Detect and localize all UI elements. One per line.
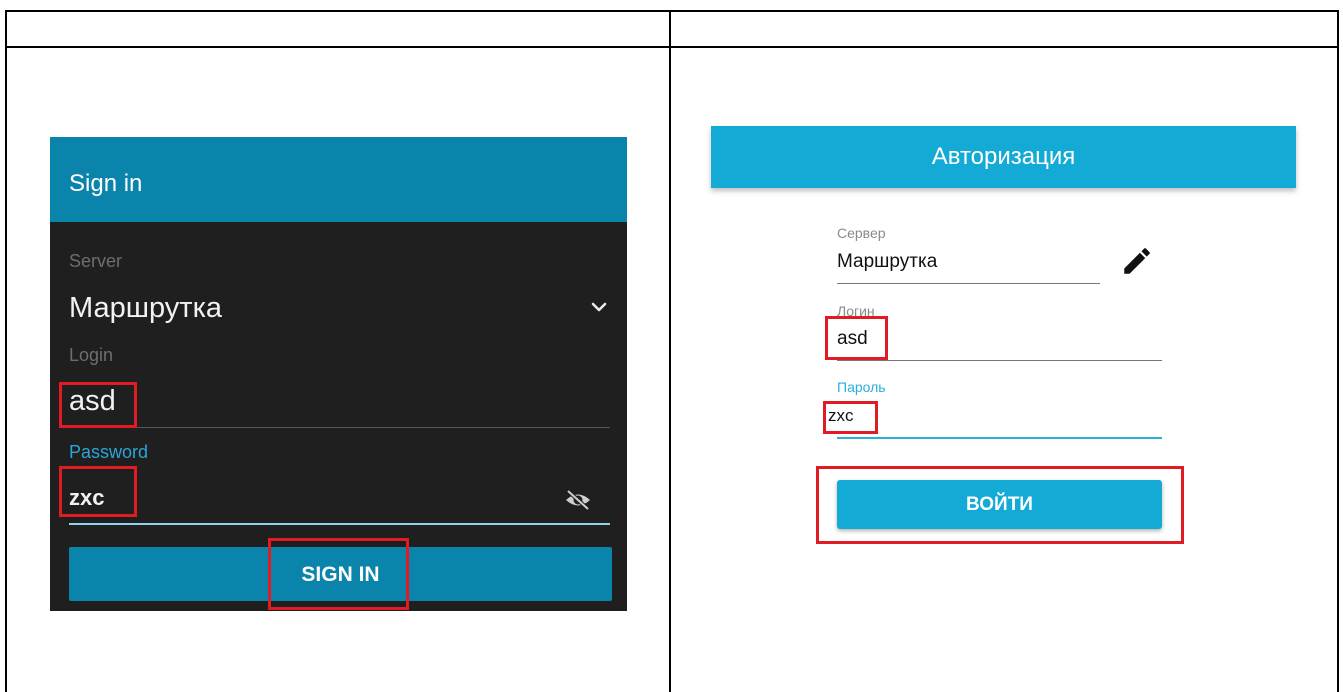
highlight-password-value-ru <box>823 401 878 434</box>
chevron-down-icon[interactable] <box>588 296 610 318</box>
server-underline-ru <box>837 283 1100 284</box>
highlight-sign-in-button <box>268 538 409 610</box>
server-select[interactable]: Маршрутка <box>69 292 222 325</box>
login-label: Login <box>69 345 114 365</box>
dark-app-bar: Sign in <box>50 137 627 222</box>
password-underline-ru <box>837 437 1162 439</box>
table-border-middle <box>669 10 671 692</box>
server-field-ru[interactable]: Маршрутка <box>837 251 937 273</box>
password-label-ru: Пароль <box>837 379 886 395</box>
table-border-top <box>5 10 1339 12</box>
dark-screen-title: Sign in <box>69 170 143 197</box>
server-label: Server <box>69 251 123 271</box>
highlight-password-value <box>59 466 137 517</box>
password-label: Password <box>69 442 149 462</box>
light-app-bar: Авторизация <box>711 126 1296 188</box>
eye-off-icon[interactable] <box>564 488 592 512</box>
pencil-icon[interactable] <box>1120 244 1154 278</box>
highlight-login-value-ru <box>825 316 888 360</box>
server-label-ru: Сервер <box>837 225 886 241</box>
highlight-login-value <box>59 382 137 428</box>
table-border-header <box>5 46 1339 48</box>
login-underline <box>69 427 610 428</box>
table-border-right <box>1337 10 1339 692</box>
table-border-left <box>5 10 7 692</box>
password-underline <box>69 523 610 525</box>
login-underline-ru <box>837 360 1162 361</box>
highlight-sign-in-button-ru <box>816 466 1184 544</box>
light-screen-title: Авторизация <box>931 143 1076 170</box>
